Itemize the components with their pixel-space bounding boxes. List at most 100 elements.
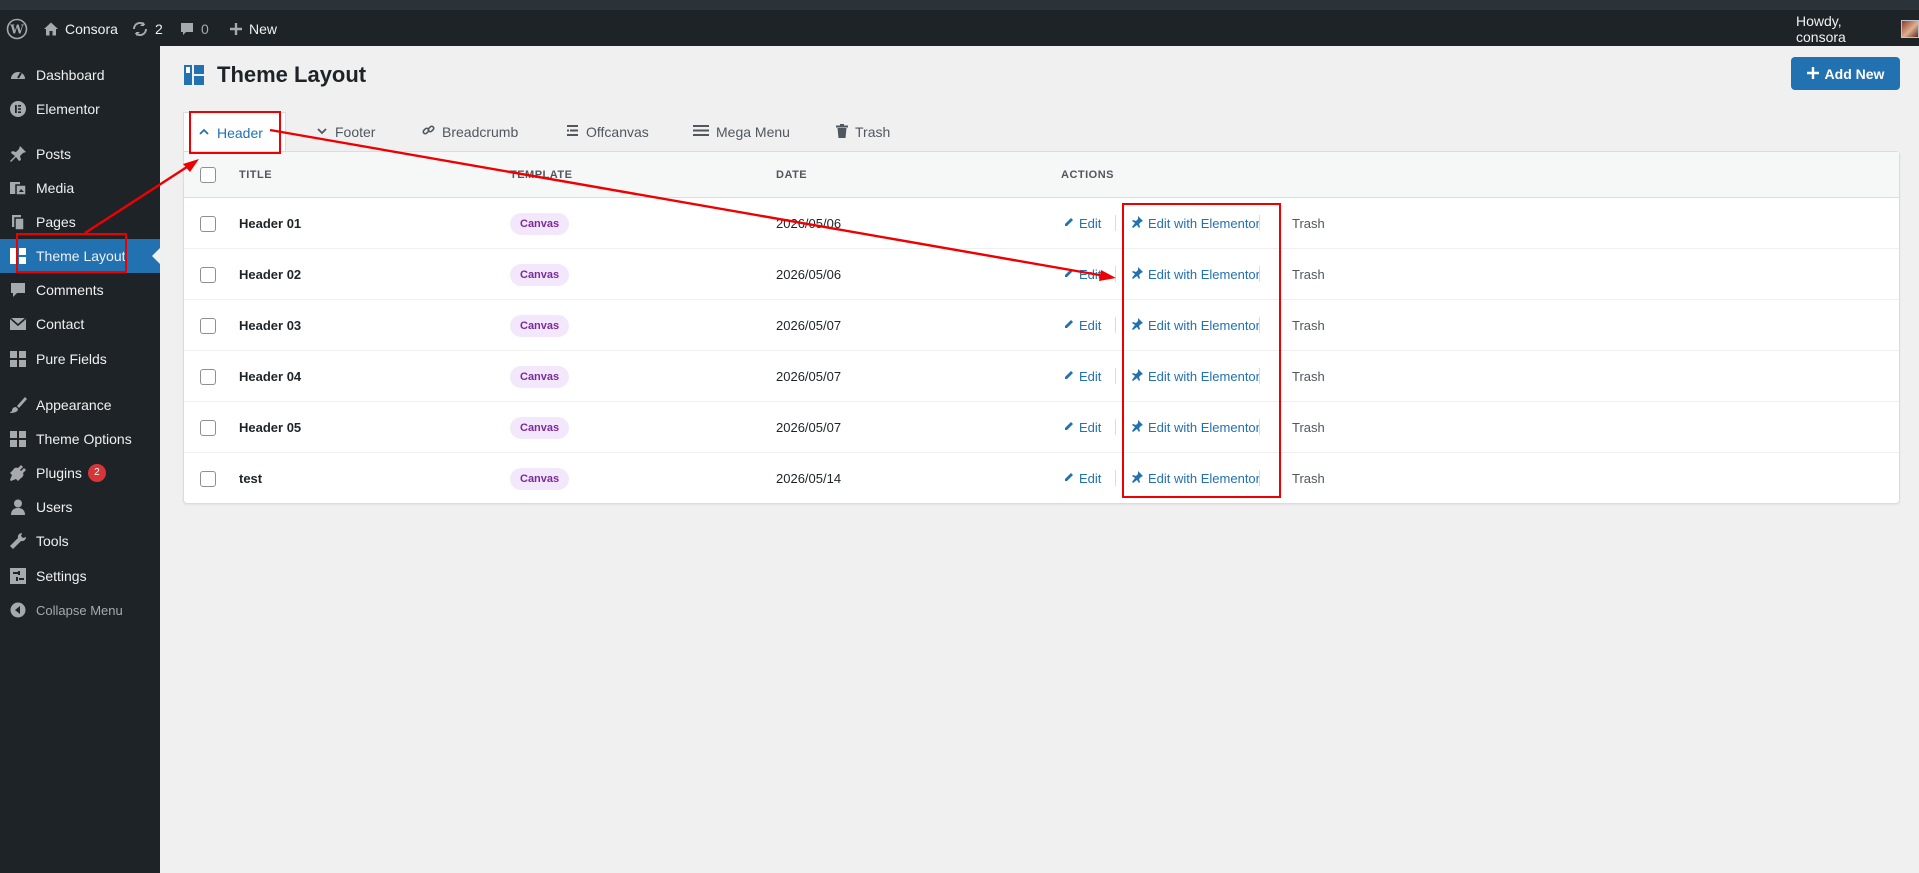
- plugin-icon: [0, 464, 36, 482]
- sidebar-item-label: Theme Options: [36, 431, 132, 447]
- add-new-label: Add New: [1824, 65, 1885, 82]
- table-header: TITLE TEMPLATE DATE ACTIONS: [184, 152, 1899, 198]
- sidebar-item-appearance[interactable]: Appearance: [0, 388, 160, 422]
- add-new-button[interactable]: Add New: [1791, 57, 1900, 90]
- sidebar-item-label: Contact: [36, 316, 85, 332]
- row-title[interactable]: Header 04: [239, 351, 301, 402]
- layout-icon: [183, 64, 205, 86]
- plus-icon: [1806, 66, 1819, 82]
- pencil-icon: [1063, 267, 1074, 282]
- sidebar-item-elementor[interactable]: Elementor: [0, 92, 160, 126]
- trash-link[interactable]: Trash: [1292, 471, 1325, 486]
- comments-count: 0: [201, 21, 209, 37]
- action-separator: [1115, 470, 1116, 486]
- edit-label: Edit: [1079, 471, 1102, 486]
- howdy-text: Howdy, consora: [1796, 13, 1846, 45]
- row-date: 2026/05/06: [776, 267, 842, 282]
- row-checkbox[interactable]: [200, 470, 216, 487]
- user-icon: [0, 498, 36, 516]
- tab-trash[interactable]: Trash: [836, 112, 890, 152]
- sidebar-item-label: Elementor: [36, 101, 100, 117]
- tab-breadcrumb[interactable]: Breadcrumb: [422, 112, 518, 152]
- comments-link[interactable]: 0: [179, 12, 209, 46]
- row-title[interactable]: Header 01: [239, 198, 301, 249]
- sidebar-item-label: Posts: [36, 146, 72, 162]
- sidebar-item-label: Pages: [36, 214, 76, 230]
- plugins-update-badge: 2: [87, 464, 106, 482]
- row-checkbox[interactable]: [200, 419, 216, 436]
- row-checkbox[interactable]: [200, 215, 216, 232]
- avatar: [1901, 20, 1919, 38]
- tab-mega-menu[interactable]: Mega Menu: [693, 112, 790, 152]
- sidebar-item-users[interactable]: Users: [0, 490, 160, 524]
- pencil-icon: [1063, 471, 1074, 486]
- site-name: Consora: [65, 21, 118, 37]
- row-title[interactable]: Header 03: [239, 300, 301, 351]
- sidebar-item-label: Tools: [36, 533, 69, 549]
- trash-link[interactable]: Trash: [1292, 420, 1325, 435]
- pencil-icon: [1063, 216, 1074, 231]
- template-badge: Canvas: [510, 212, 570, 235]
- edit-link[interactable]: Edit: [1063, 318, 1101, 333]
- action-separator: [1115, 215, 1116, 231]
- link-icon: [422, 124, 435, 140]
- row-title[interactable]: test: [239, 453, 262, 504]
- trash-link[interactable]: Trash: [1292, 369, 1325, 384]
- row-checkbox[interactable]: [200, 368, 216, 385]
- sidebar-item-tools[interactable]: Tools: [0, 524, 160, 558]
- sidebar-item-settings[interactable]: Settings: [0, 559, 160, 593]
- comment-bubble-icon: [179, 21, 195, 37]
- pencil-icon: [1063, 420, 1074, 435]
- table-row: Header 04 Canvas 2026/05/07 Edit Edit wi…: [184, 351, 1899, 402]
- table-row: Header 05 Canvas 2026/05/07 Edit Edit wi…: [184, 402, 1899, 453]
- table-row: test Canvas 2026/05/14 Edit Edit with El…: [184, 453, 1899, 504]
- updates-link[interactable]: 2: [131, 12, 163, 46]
- trash-link[interactable]: Trash: [1292, 267, 1325, 282]
- comment-icon: [0, 281, 36, 299]
- sidebar-item-dashboard[interactable]: Dashboard: [0, 58, 160, 92]
- sidebar-item-label: Pure Fields: [36, 351, 107, 367]
- collapse-menu-button[interactable]: Collapse Menu: [0, 593, 160, 627]
- sidebar-item-plugins[interactable]: Plugins 2: [0, 456, 160, 490]
- tab-offcanvas[interactable]: Offcanvas: [566, 112, 649, 152]
- edit-link[interactable]: Edit: [1063, 471, 1101, 486]
- updates-count: 2: [155, 21, 163, 37]
- wordpress-logo-icon[interactable]: W: [6, 12, 28, 46]
- row-date: 2026/05/07: [776, 369, 842, 384]
- new-content-link[interactable]: New: [229, 12, 277, 46]
- brush-icon: [0, 396, 36, 414]
- edit-link[interactable]: Edit: [1063, 369, 1101, 384]
- sidebar-item-theme-options[interactable]: Theme Options: [0, 422, 160, 456]
- trash-link[interactable]: Trash: [1292, 216, 1325, 231]
- select-all-checkbox[interactable]: [200, 167, 216, 183]
- row-checkbox[interactable]: [200, 317, 216, 334]
- dashboard-icon: [0, 66, 36, 84]
- pencil-icon: [1063, 369, 1074, 384]
- offcanvas-icon: [566, 124, 579, 140]
- account-link[interactable]: Howdy, consora: [1796, 12, 1919, 46]
- sidebar-item-label: Plugins: [36, 465, 82, 481]
- sidebar-item-comments[interactable]: Comments: [0, 273, 160, 307]
- edit-label: Edit: [1079, 267, 1102, 282]
- row-checkbox[interactable]: [200, 266, 216, 283]
- table-row: Header 03 Canvas 2026/05/07 Edit Edit wi…: [184, 300, 1899, 351]
- trash-link[interactable]: Trash: [1292, 318, 1325, 333]
- tab-footer[interactable]: Footer: [316, 112, 375, 152]
- row-title[interactable]: Header 02: [239, 249, 301, 300]
- row-date: 2026/05/06: [776, 216, 842, 231]
- template-badge: Canvas: [510, 467, 570, 490]
- plus-icon: [229, 22, 243, 36]
- row-date: 2026/05/07: [776, 318, 842, 333]
- sidebar-item-contact[interactable]: Contact: [0, 307, 160, 341]
- row-title[interactable]: Header 05: [239, 402, 301, 453]
- media-icon: [0, 179, 36, 197]
- sidebar-item-media[interactable]: Media: [0, 171, 160, 205]
- sidebar-item-pure-fields[interactable]: Pure Fields: [0, 342, 160, 376]
- trash-icon: [836, 123, 848, 141]
- sidebar-item-posts[interactable]: Posts: [0, 137, 160, 171]
- edit-link[interactable]: Edit: [1063, 267, 1101, 282]
- edit-link[interactable]: Edit: [1063, 420, 1101, 435]
- mail-icon: [0, 315, 36, 333]
- site-name-link[interactable]: Consora: [43, 12, 118, 46]
- edit-link[interactable]: Edit: [1063, 216, 1101, 231]
